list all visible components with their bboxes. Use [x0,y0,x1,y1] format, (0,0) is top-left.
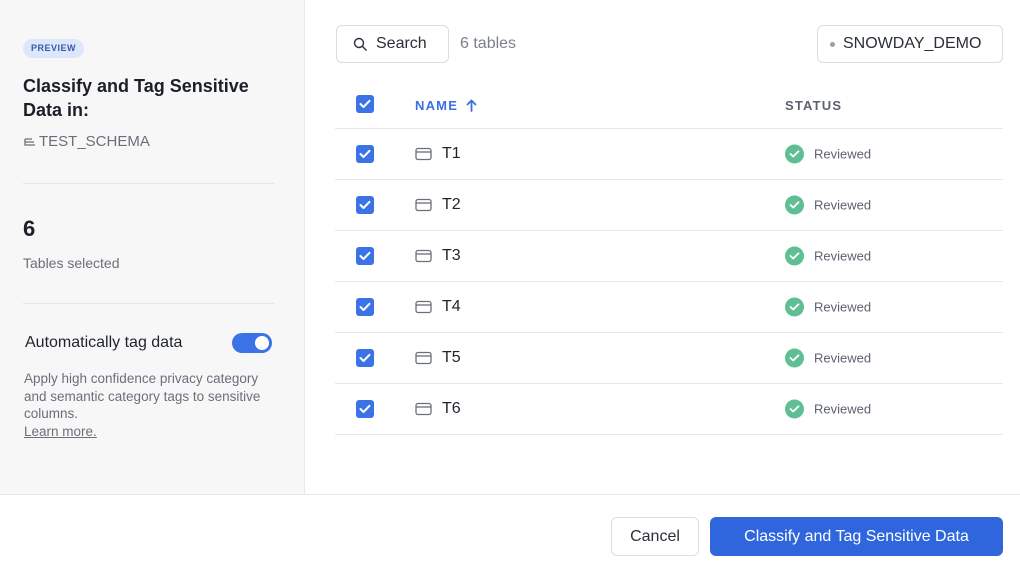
toggle-knob [255,336,269,350]
sidebar-divider [23,183,274,184]
search-icon [353,37,367,51]
database-dot-icon [830,41,835,47]
table-header: NAME STATUS [335,80,1003,129]
auto-tag-label: Automatically tag data [25,334,183,351]
row-checkbox[interactable] [356,298,374,316]
table-icon [415,300,432,314]
status-label: Reviewed [814,299,872,315]
status-cell: Reviewed [785,246,872,266]
database-name: SNOWDAY_DEMO [843,35,982,52]
table-icon [415,351,432,365]
checkmark-icon [359,99,371,108]
row-checkbox[interactable] [356,247,374,265]
column-header-status: STATUS [785,98,843,113]
checkmark-icon [359,200,371,209]
status-cell: Reviewed [785,399,872,419]
search-button[interactable]: Search [336,25,449,63]
auto-tag-help: Apply high confidence privacy category a… [24,370,274,440]
schema-name: TEST_SCHEMA [23,133,150,150]
column-header-name[interactable]: NAME [415,98,477,113]
table-icon [415,198,432,212]
table-name-cell: T1 [415,145,461,163]
schema-icon [24,137,35,146]
row-checkbox[interactable] [356,400,374,418]
table-name: T6 [442,400,461,417]
status-label: Reviewed [814,401,872,417]
dialog-footer: Cancel Classify and Tag Sensitive Data [0,494,1020,570]
search-label: Search [376,35,427,52]
table-name: T5 [442,349,461,366]
preview-badge: PREVIEW [23,39,85,58]
dialog-title: Classify and Tag Sensitive Data in: [23,76,249,120]
table-row[interactable]: T6 Reviewed [335,384,1003,435]
table-name-cell: T4 [415,298,461,316]
checkmark-icon [359,404,371,413]
table-row[interactable]: T5 Reviewed [335,333,1003,384]
table-name-cell: T2 [415,196,461,214]
check-circle-icon [785,195,804,215]
selected-label: Tables selected [23,255,120,271]
table-row[interactable]: T3 Reviewed [335,231,1003,282]
checkmark-icon [359,149,371,158]
table-name: T4 [442,298,461,315]
table-name: T3 [442,247,461,264]
help-text: Apply high confidence privacy category a… [24,371,261,421]
check-circle-icon [785,144,804,164]
row-checkbox[interactable] [356,349,374,367]
status-label: Reviewed [814,197,872,213]
check-circle-icon [785,348,804,368]
checkmark-icon [359,353,371,362]
table-icon [415,147,432,161]
row-checkbox[interactable] [356,196,374,214]
checkmark-icon [359,302,371,311]
check-circle-icon [785,246,804,266]
tables-count: 6 tables [460,35,517,52]
check-circle-icon [785,399,804,419]
table-icon [415,249,432,263]
arrow-up-icon [466,99,477,112]
table-name-cell: T5 [415,349,461,367]
database-selector[interactable]: SNOWDAY_DEMO [817,25,1003,63]
cancel-button[interactable]: Cancel [611,517,699,556]
status-label: Reviewed [814,350,872,366]
select-all-checkbox[interactable] [356,95,374,113]
classify-dialog: PREVIEW Classify and Tag Sensitive Data … [0,0,1020,570]
auto-tag-toggle[interactable] [232,333,272,353]
table-row[interactable]: T2 Reviewed [335,180,1003,231]
status-cell: Reviewed [785,144,872,164]
table-name-cell: T6 [415,400,461,418]
table-name: T1 [442,145,461,162]
sidebar: PREVIEW Classify and Tag Sensitive Data … [0,0,305,494]
column-name-label: NAME [415,98,459,113]
table-row[interactable]: T4 Reviewed [335,282,1003,333]
sidebar-divider [23,303,274,304]
learn-more-link[interactable]: Learn more. [24,424,97,439]
checkmark-icon [359,251,371,260]
schema-label: TEST_SCHEMA [39,133,150,150]
status-cell: Reviewed [785,348,872,368]
check-circle-icon [785,297,804,317]
table-name-cell: T3 [415,247,461,265]
status-label: Reviewed [814,146,872,162]
table-body: T1 Reviewed T2 Reviewed T3 Reviewed T4 R… [335,129,1003,435]
row-checkbox[interactable] [356,145,374,163]
table-name: T2 [442,196,461,213]
classify-and-tag-button[interactable]: Classify and Tag Sensitive Data [710,517,1003,556]
table-row[interactable]: T1 Reviewed [335,129,1003,180]
tables-table: NAME STATUS T1 Reviewed T2 Reviewed T3 R… [335,80,1003,435]
status-cell: Reviewed [785,195,872,215]
status-label: Reviewed [814,248,872,264]
table-icon [415,402,432,416]
status-cell: Reviewed [785,297,872,317]
selected-count: 6 [23,216,36,241]
